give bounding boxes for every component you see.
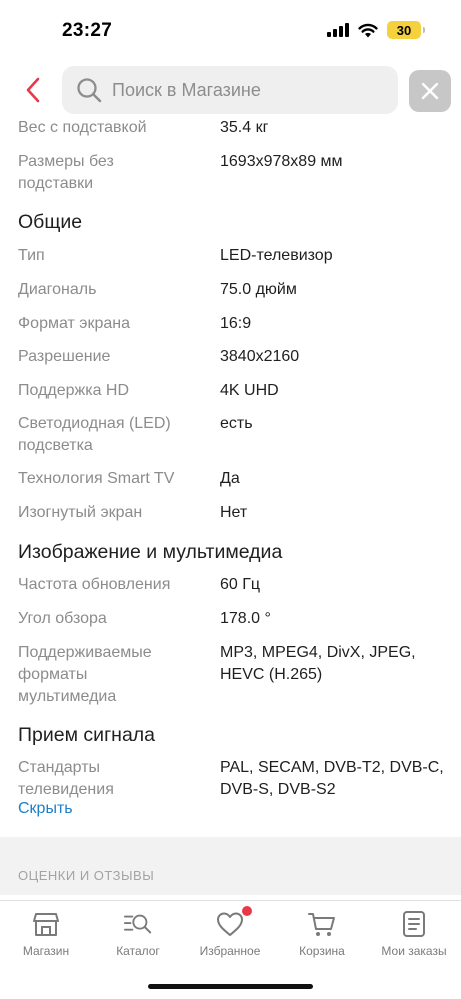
section-title-image-multimedia: Изображение и мультимедиа [18,541,283,563]
status-time: 23:27 [62,20,113,41]
spec-label: Размеры без подставки [18,153,114,192]
section-title-general: Общие [18,211,83,233]
tab-label: Мои заказы [381,944,447,958]
specs-content[interactable]: Вес с подставкой 35.4 кг Размеры без под… [0,114,461,900]
spec-label: Поддержка HD [18,382,130,399]
spec-value: LED-телевизор [220,247,333,264]
spec-value: 3840x2160 [220,348,300,365]
section-divider [0,837,461,895]
spec-label: Частота обновления [18,576,171,593]
spec-label: Изогнутый экран [18,504,143,521]
spec-value: MP3, MPEG4, DivX, JPEG, HEVC (H.265) [220,644,416,683]
spec-value: Да [220,470,240,487]
cart-icon [307,909,337,939]
tab-catalog[interactable]: Каталог [92,909,184,965]
spec-value: 35.4 кг [220,119,269,136]
heart-icon [215,906,252,939]
spec-label: Угол обзора [18,610,107,627]
shop-icon [31,909,61,939]
tab-label: Корзина [299,944,345,958]
spec-value: 1693x978x89 мм [220,153,343,170]
spec-value: 75.0 дюйм [220,281,297,298]
status-icons: 30 [327,21,425,39]
spec-value: PAL, SECAM, DVB-T2, DVB-C, DVB-S, DVB-S2 [220,759,444,798]
spec-value: 178.0 ° [220,610,271,627]
spec-label: Диагональ [18,281,97,298]
wifi-icon [358,23,378,37]
home-indicator [148,984,313,989]
tab-cart[interactable]: Корзина [276,909,368,965]
tab-label: Каталог [116,944,160,958]
search-input[interactable]: Поиск в Магазине [62,66,398,114]
tab-favorites[interactable]: Избранное [184,906,276,965]
spec-label: Технология Smart TV [18,470,175,487]
search-header: Поиск в Магазине [0,66,461,114]
section-title-signal: Прием сигнала [18,724,156,746]
reviews-section-title: ОЦЕНКИ И ОТЗЫВЫ [18,868,155,883]
spec-label: Поддерживаемые форматы мультимедиа [18,644,152,705]
tab-label: Магазин [22,944,70,958]
search-placeholder: Поиск в Магазине [112,79,261,100]
search-icon [77,78,102,103]
spec-label: Стандарты телевидения [18,759,114,798]
spec-value: Нет [220,504,248,521]
status-bar: 23:27 30 [0,0,461,60]
back-button[interactable] [18,74,48,106]
chevron-left-icon [26,77,40,103]
close-icon [421,82,439,100]
spec-label: Вес с подставкой [18,119,147,136]
tab-shop[interactable]: Магазин [0,909,92,965]
tab-my-orders[interactable]: Мои заказы [368,909,460,965]
spec-label: Разрешение [18,348,111,365]
spec-label: Тип [18,247,45,264]
cellular-signal-icon [327,23,349,37]
tab-label: Избранное [199,944,261,958]
spec-value: 60 Гц [220,576,261,593]
spec-value: есть [220,415,253,432]
catalog-search-icon [123,909,153,939]
battery-indicator: 30 [387,21,425,39]
spec-value: 4K UHD [220,382,279,399]
spec-label: Формат экрана [18,315,130,332]
hide-specs-link[interactable]: Скрыть [18,800,73,818]
orders-icon [399,909,429,939]
spec-value: 16:9 [220,315,252,332]
notification-dot [242,906,252,916]
spec-label: Светодиодная (LED) подсветка [18,415,171,454]
clear-search-button[interactable] [409,70,451,112]
